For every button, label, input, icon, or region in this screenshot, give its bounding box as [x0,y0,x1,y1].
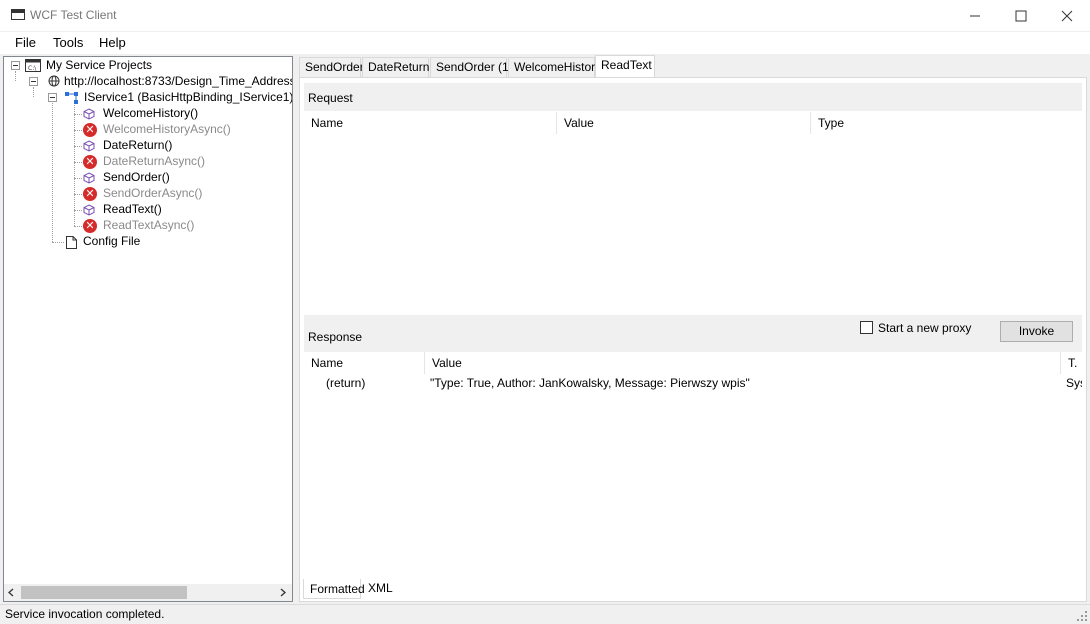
collapse-toggle-root[interactable] [11,61,20,70]
operation-icon [83,140,95,152]
response-row-type[interactable]: Sys [1066,376,1082,390]
tree-operation[interactable]: WelcomeHistory() [103,105,198,121]
error-icon: ✕ [83,219,97,233]
error-icon: ✕ [83,155,97,169]
response-row-name[interactable]: (return) [326,376,365,390]
error-icon: ✕ [83,123,97,137]
window-title: WCF Test Client [30,8,117,22]
contract-icon [65,92,78,104]
tab-xml[interactable]: XML [362,578,399,598]
response-column-name[interactable]: Name [304,352,425,374]
svg-text:C:\: C:\ [28,65,37,72]
invoke-button[interactable]: Invoke [1000,321,1073,342]
tree-operation[interactable]: DateReturnAsync() [103,153,205,169]
minimize-button[interactable] [952,0,998,31]
request-column-value[interactable]: Value [557,112,811,134]
maximize-icon [1015,10,1027,21]
file-icon [66,236,77,249]
close-icon [1061,10,1073,21]
scroll-left-icon[interactable] [7,588,15,597]
tab-welcomehistory[interactable]: WelcomeHistory [508,57,601,77]
tab-sendorder[interactable]: SendOrder [299,57,364,77]
resize-grip-icon[interactable] [1076,610,1088,622]
menu-bar [0,32,1090,54]
collapse-toggle-contract[interactable] [48,93,57,102]
tree-operation[interactable]: SendOrderAsync() [103,185,202,201]
app-icon [11,9,25,20]
request-column-name[interactable]: Name [304,112,557,134]
tree-horizontal-scrollbar[interactable] [4,584,292,601]
operation-icon [83,204,95,216]
operation-icon [83,172,95,184]
service-tree[interactable]: C:\ My Service Projects http://localhost… [3,56,293,602]
maximize-button[interactable] [998,0,1044,31]
title-bar [0,0,1090,31]
scrollbar-thumb[interactable] [21,586,187,599]
request-header [304,83,1082,111]
globe-icon [48,75,60,87]
response-row-value[interactable]: "Type: True, Author: JanKowalsky, Messag… [430,376,750,390]
status-text: Service invocation completed. [5,607,165,621]
response-column-value[interactable]: Value [425,352,1061,374]
start-new-proxy-checkbox[interactable] [860,321,873,334]
tree-operation[interactable]: SendOrder() [103,169,170,185]
collapse-toggle-endpoint[interactable] [29,77,38,86]
menu-tools[interactable]: Tools [53,35,83,50]
tab-readtext[interactable]: ReadText [595,55,655,78]
operation-icon [83,108,95,120]
start-new-proxy-label[interactable]: Start a new proxy [878,321,971,335]
menu-help[interactable]: Help [99,35,126,50]
tree-operation[interactable]: ReadText() [103,201,162,217]
minimize-icon [970,15,980,16]
request-title: Request [308,91,353,105]
response-column-type[interactable]: T. [1061,352,1082,374]
tab-sendorder-1[interactable]: SendOrder (1) [430,57,513,77]
tree-operation[interactable]: ReadTextAsync() [103,217,194,233]
tree-root[interactable]: My Service Projects [46,57,152,73]
close-button[interactable] [1044,0,1090,31]
tab-formatted[interactable]: Formatted [303,579,365,599]
tree-contract[interactable]: IService1 (BasicHttpBinding_IService1) [84,89,292,105]
tree-operation[interactable]: WelcomeHistoryAsync() [103,121,231,137]
error-icon: ✕ [83,187,97,201]
request-column-type[interactable]: Type [811,112,1080,134]
tree-operation[interactable]: DateReturn() [103,137,172,153]
response-title: Response [308,330,363,344]
menu-file[interactable]: File [15,35,36,50]
tree-endpoint[interactable]: http://localhost:8733/Design_Time_Addres… [64,73,292,89]
scroll-right-icon[interactable] [279,588,287,597]
project-icon: C:\ [25,59,41,72]
tree-config-file[interactable]: Config File [83,233,140,249]
tab-datereturn[interactable]: DateReturn [362,57,429,77]
